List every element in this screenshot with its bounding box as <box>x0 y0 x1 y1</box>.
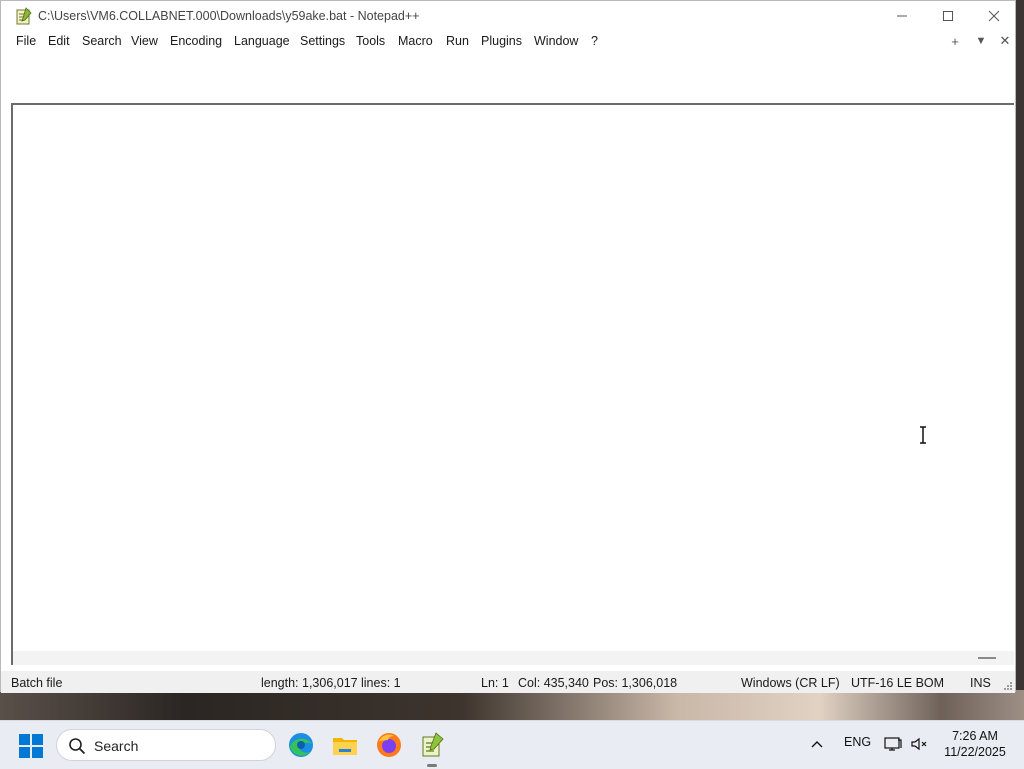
notepad-plus-plus-window: C:\Users\VM6.COLLABNET.000\Downloads\y59… <box>0 0 1016 693</box>
taskbar-search-box[interactable]: Search <box>56 729 276 761</box>
menu-plugins[interactable]: Plugins <box>481 34 522 48</box>
text-cursor-icon <box>920 426 926 444</box>
scrollbar-thumb[interactable] <box>978 657 996 659</box>
window-title: C:\Users\VM6.COLLABNET.000\Downloads\y59… <box>38 9 420 23</box>
minimize-icon <box>897 15 907 17</box>
desktop-wallpaper <box>0 690 1024 720</box>
editor-pane[interactable] <box>11 103 1014 665</box>
status-length: length: 1,306,017 <box>261 676 358 690</box>
menu-encoding[interactable]: Encoding <box>170 34 222 48</box>
minimize-button[interactable] <box>879 1 925 31</box>
menu-file[interactable]: File <box>16 34 36 48</box>
menu-run[interactable]: Run <box>446 34 469 48</box>
resize-grip-icon[interactable] <box>1003 681 1013 691</box>
menu-tools[interactable]: Tools <box>356 34 385 48</box>
tab-list-button[interactable]: ▼ <box>970 32 992 50</box>
status-eol[interactable]: Windows (CR LF) <box>741 676 840 690</box>
status-line: Ln: 1 <box>481 676 509 690</box>
close-icon <box>988 10 1000 22</box>
status-bar: Batch file length: 1,306,017 lines: 1 Ln… <box>1 671 1015 693</box>
show-hidden-icons-icon[interactable] <box>810 738 824 752</box>
menu-language[interactable]: Language <box>234 34 290 48</box>
taskbar-firefox[interactable] <box>373 729 405 761</box>
menu-view[interactable]: View <box>131 34 158 48</box>
search-label: Search <box>94 738 139 754</box>
input-language[interactable]: ENG <box>844 735 871 749</box>
maximize-icon <box>943 11 953 21</box>
taskbar-edge[interactable] <box>285 729 317 761</box>
menu-bar: File Edit Search View Encoding Language … <box>1 31 1015 52</box>
title-bar[interactable]: C:\Users\VM6.COLLABNET.000\Downloads\y59… <box>1 1 1015 31</box>
close-tab-button[interactable]: ✕ <box>994 32 1016 50</box>
file-explorer-icon <box>333 738 357 755</box>
clock-date: 11/22/2025 <box>944 745 1006 759</box>
status-file-type: Batch file <box>11 676 63 690</box>
search-icon <box>69 738 86 755</box>
menu-edit[interactable]: Edit <box>48 34 70 48</box>
edge-icon <box>289 733 313 757</box>
menu-help[interactable]: ? <box>591 34 598 48</box>
menu-macro[interactable]: Macro <box>398 34 433 48</box>
taskbar-file-explorer[interactable] <box>329 729 361 761</box>
notepad-plus-plus-app-icon <box>16 7 32 25</box>
menu-settings[interactable]: Settings <box>300 34 345 48</box>
status-position: Pos: 1,306,018 <box>593 676 678 690</box>
taskbar-notepad-plus-plus[interactable] <box>416 729 448 767</box>
clock-time: 7:26 AM <box>952 729 998 743</box>
menu-window[interactable]: Window <box>534 34 578 48</box>
active-app-indicator <box>427 764 437 767</box>
status-lines: lines: 1 <box>361 676 401 690</box>
close-button[interactable] <box>971 1 1017 31</box>
taskbar: Search ENG 7:26 AM 11/22/2025 <box>0 720 1024 769</box>
maximize-button[interactable] <box>925 1 971 31</box>
windows-start-icon[interactable] <box>18 733 44 759</box>
horizontal-scrollbar[interactable] <box>13 651 1014 665</box>
volume-muted-icon[interactable] <box>910 736 928 752</box>
toolbar-area <box>9 53 1009 103</box>
system-clock[interactable]: 7:26 AM 11/22/2025 <box>940 728 1010 760</box>
notepad-plus-plus-icon <box>422 732 444 757</box>
network-icon[interactable] <box>884 736 902 752</box>
status-insert-mode: INS <box>970 676 991 690</box>
new-tab-button[interactable]: + <box>944 32 966 50</box>
status-encoding[interactable]: UTF-16 LE BOM <box>851 676 944 690</box>
firefox-icon <box>377 733 401 757</box>
menu-search[interactable]: Search <box>82 34 122 48</box>
status-column: Col: 435,340 <box>518 676 589 690</box>
